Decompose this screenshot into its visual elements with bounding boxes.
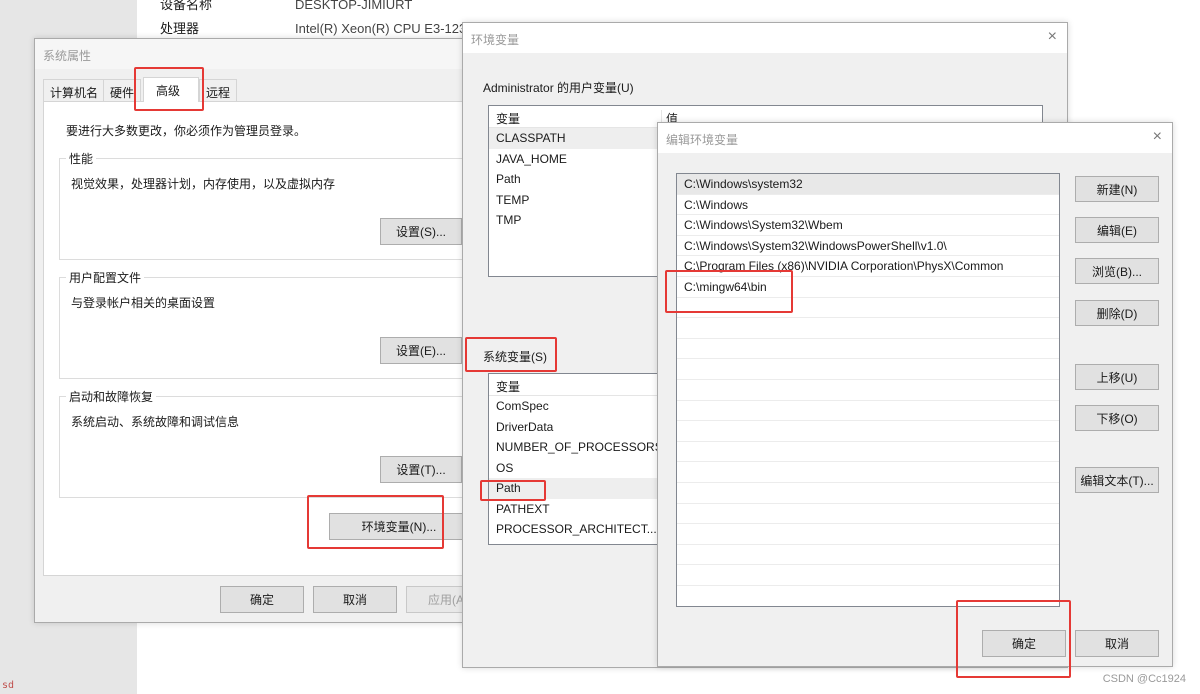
user-profiles-group: 用户配置文件 与登录帐户相关的桌面设置 设置(E)...: [59, 269, 479, 379]
system-variables-label: 系统变量(S): [483, 350, 547, 364]
startup-recovery-group: 启动和故障恢复 系统启动、系统故障和调试信息 设置(T)...: [59, 388, 479, 498]
device-name-row: 设备名称 DESKTOP-JIMIURT: [160, 0, 412, 13]
path-entry-empty[interactable]: [677, 565, 1059, 586]
system-properties-title: 系统属性: [43, 49, 92, 63]
startup-recovery-description: 系统启动、系统故障和调试信息: [71, 415, 240, 429]
path-entry-empty[interactable]: [677, 298, 1059, 319]
tab-hardware[interactable]: 硬件: [103, 79, 142, 101]
processor-row: 处理器 Intel(R) Xeon(R) CPU E3-123: [160, 18, 466, 37]
path-entry[interactable]: C:\Windows\System32\Wbem: [677, 215, 1059, 236]
system-properties-dialog: 系统属性 计算机名 硬件 高级 远程 要进行大多数更改，你必须作为管理员登录。 …: [34, 38, 490, 623]
performance-description: 视觉效果，处理器计划，内存使用，以及虚拟内存: [71, 177, 336, 191]
environment-variables-titlebar: 环境变量 ×: [463, 23, 1067, 53]
user-profiles-settings-button[interactable]: 设置(E)...: [380, 337, 462, 364]
path-entry-empty[interactable]: [677, 524, 1059, 545]
startup-recovery-legend: 启动和故障恢复: [66, 388, 157, 405]
edit-environment-variable-dialog: 编辑环境变量 × C:\Windows\system32 C:\Windows …: [657, 122, 1173, 667]
user-profiles-description: 与登录帐户相关的桌面设置: [71, 296, 216, 310]
tab-remote[interactable]: 远程: [199, 79, 238, 101]
ok-button[interactable]: 确定: [220, 586, 304, 613]
column-variable[interactable]: 变量: [496, 378, 520, 395]
corner-label: sd: [2, 680, 15, 691]
admin-note: 要进行大多数更改，你必须作为管理员登录。: [66, 124, 307, 138]
path-entry[interactable]: C:\Windows: [677, 195, 1059, 216]
path-entry-empty[interactable]: [677, 380, 1059, 401]
system-properties-titlebar: 系统属性: [35, 39, 473, 69]
path-entry[interactable]: C:\Windows\System32\WindowsPowerShell\v1…: [677, 236, 1059, 257]
edit-ok-button[interactable]: 确定: [982, 630, 1066, 657]
column-variable[interactable]: 变量: [496, 110, 520, 127]
delete-button[interactable]: 删除(D): [1075, 300, 1159, 326]
edit-cancel-button[interactable]: 取消: [1075, 630, 1159, 657]
path-entry-empty[interactable]: [677, 504, 1059, 525]
path-entry-empty[interactable]: [677, 401, 1059, 422]
device-name-value: DESKTOP-JIMIURT: [295, 0, 413, 12]
path-entry-empty[interactable]: [677, 442, 1059, 463]
tab-advanced[interactable]: 高级: [143, 77, 199, 102]
path-entry-empty[interactable]: [677, 318, 1059, 339]
user-variables-label: Administrator 的用户变量(U): [483, 81, 634, 95]
user-profiles-legend: 用户配置文件: [66, 269, 145, 286]
edit-button[interactable]: 编辑(E): [1075, 217, 1159, 243]
path-entry[interactable]: C:\Program Files (x86)\NVIDIA Corporatio…: [677, 256, 1059, 277]
processor-value: Intel(R) Xeon(R) CPU E3-123: [295, 21, 467, 36]
advanced-tab-panel: 要进行大多数更改，你必须作为管理员登录。 性能 视觉效果，处理器计划，内存使用，…: [43, 101, 479, 576]
path-entry[interactable]: C:\Windows\system32: [677, 174, 1059, 195]
startup-recovery-settings-button[interactable]: 设置(T)...: [380, 456, 462, 483]
environment-variables-title: 环境变量: [471, 33, 520, 47]
performance-settings-button[interactable]: 设置(S)...: [380, 218, 462, 245]
move-up-button[interactable]: 上移(U): [1075, 364, 1159, 390]
performance-group: 性能 视觉效果，处理器计划，内存使用，以及虚拟内存 设置(S)...: [59, 150, 479, 260]
environment-variables-button[interactable]: 环境变量(N)...: [329, 513, 469, 540]
cancel-button[interactable]: 取消: [313, 586, 397, 613]
browse-button[interactable]: 浏览(B)...: [1075, 258, 1159, 284]
path-entry-empty[interactable]: [677, 483, 1059, 504]
new-button[interactable]: 新建(N): [1075, 176, 1159, 202]
watermark: CSDN @Cc1924: [1102, 673, 1186, 685]
device-name-label: 设备名称: [160, 0, 213, 12]
path-entry-empty[interactable]: [677, 421, 1059, 442]
performance-legend: 性能: [66, 150, 97, 167]
tab-computer-name[interactable]: 计算机名: [43, 79, 106, 101]
edit-text-button[interactable]: 编辑文本(T)...: [1075, 467, 1159, 493]
path-entry-empty[interactable]: [677, 359, 1059, 380]
path-entry-mingw[interactable]: C:\mingw64\bin: [677, 277, 1059, 298]
close-icon[interactable]: ×: [1048, 28, 1057, 46]
path-entry-empty[interactable]: [677, 462, 1059, 483]
close-icon[interactable]: ×: [1153, 128, 1162, 146]
edit-variable-titlebar: 编辑环境变量 ×: [658, 123, 1172, 153]
path-list[interactable]: C:\Windows\system32 C:\Windows C:\Window…: [676, 173, 1060, 607]
path-entry-empty[interactable]: [677, 339, 1059, 360]
processor-label: 处理器: [160, 21, 200, 36]
move-down-button[interactable]: 下移(O): [1075, 405, 1159, 431]
edit-variable-title: 编辑环境变量: [666, 133, 739, 147]
path-entry-empty[interactable]: [677, 545, 1059, 566]
